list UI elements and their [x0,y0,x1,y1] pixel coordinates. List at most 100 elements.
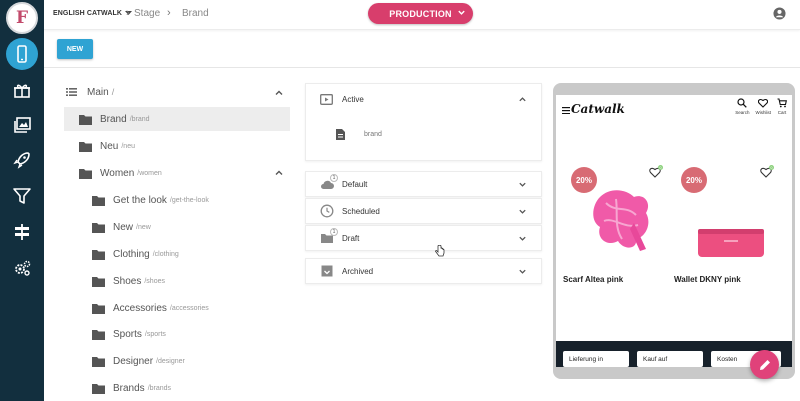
tree-item-neu[interactable]: Neu /neu [79,135,135,157]
product-name[interactable]: Scarf Altea pink [563,275,623,284]
tree-path: /new [136,223,151,231]
image-gallery-icon[interactable] [6,109,38,141]
shop-logo[interactable]: Catwalk [571,102,625,116]
tree-item-brand[interactable]: Brand /brand [79,108,150,130]
active-entry-brand[interactable]: brand [364,131,382,138]
new-button[interactable]: NEW [57,39,93,59]
environment-selector[interactable]: PRODUCTION [368,3,473,24]
chevron-up-icon[interactable] [274,88,284,98]
sidebar: F [0,0,44,401]
shop-wishlist-button[interactable]: Wishlist [755,98,772,115]
breadcrumb-separator-icon: › [126,7,130,19]
list-icon [66,88,77,96]
tree-item-shoes[interactable]: Shoes /shoes [92,270,165,292]
status-scheduled-row[interactable]: Scheduled [305,198,542,224]
breadcrumb-stage[interactable]: Stage [134,8,160,19]
folder-icon [92,356,105,367]
wishlist-icon [758,99,769,108]
user-account-icon[interactable] [773,7,786,20]
toolbar-divider [44,67,800,68]
status-draft-row[interactable]: 1 Draft [305,225,542,251]
phone-icon[interactable] [6,38,38,70]
hamburger-menu-icon[interactable] [562,107,570,114]
tree-label: New [113,221,134,233]
tree-path: /sports [144,330,166,338]
app-logo[interactable]: F [6,2,38,34]
chevron-up-icon[interactable] [518,95,527,104]
chevron-down-icon [519,269,526,274]
breadcrumb-separator-icon: › [167,7,171,19]
document-icon [336,129,345,140]
tree-label: Women [100,167,135,179]
tree-item-women[interactable]: Women /women [79,162,162,184]
tree-item-sports[interactable]: Sports /sports [92,323,166,345]
shop-wishlist-label: Wishlist [755,110,772,115]
tree-item-clothing[interactable]: Clothing /clothing [92,243,179,265]
tree-label: Shoes [113,275,142,287]
draft-count-badge: 1 [330,228,338,236]
hand-cursor-icon [435,245,445,257]
app-logo-letter: F [15,8,29,28]
tree-label: Clothing [113,248,150,260]
status-archived-row[interactable]: Archived [305,258,542,284]
tree-path: /brands [147,384,172,392]
tree-item-designer[interactable]: Designer /designer [92,350,185,372]
mobile-preview-screen[interactable]: Catwalk Search Wishlist Cart 20% 0 Scarf… [556,95,792,367]
chevron-down-icon [458,10,465,15]
wish-count: 0 [660,166,662,170]
shop-search-label: Search [735,110,750,115]
filter-icon[interactable] [6,180,38,212]
tree-path: /accessories [169,304,209,312]
monitor-play-icon [320,94,333,105]
chevron-down-icon [519,182,526,187]
breadcrumb-brand[interactable]: Brand [182,8,209,19]
signpost-icon[interactable] [6,216,38,248]
active-panel: Active brand [305,83,542,161]
tree-item-brands[interactable]: Brands /brands [92,377,171,399]
wishlist-heart-icon[interactable]: 0 [649,165,663,179]
tree-item-accessories[interactable]: Accessories /accessories [92,297,209,319]
tree-label: Designer [113,355,154,367]
tree-label: Brand [100,113,127,125]
product-image-wallet[interactable] [696,223,766,259]
project-selector[interactable]: ENGLISH CATWALK [53,10,133,17]
tree-label: Main [87,86,109,98]
top-bar: ENGLISH CATWALK › Stage › Brand PRODUCTI… [44,0,800,30]
status-archived-label: Archived [342,266,374,276]
archive-box-icon [321,265,333,277]
tree-label: Accessories [113,302,167,314]
shop-search-button[interactable]: Search [735,98,750,115]
folder-icon [92,303,105,314]
wish-count: 0 [771,166,773,170]
cart-icon [777,98,787,108]
folder-icon [79,168,92,179]
tree-item-new[interactable]: New /new [92,216,151,238]
tree-root-main[interactable]: Main / [66,81,114,103]
footer-chip-delivery[interactable]: Lieferung in [563,351,629,367]
status-scheduled-label: Scheduled [342,206,380,216]
shop-cart-label: Cart [777,110,787,115]
settings-gears-icon[interactable] [6,252,38,284]
shop-cart-button[interactable]: Cart [777,98,787,115]
rocket-icon[interactable] [6,144,38,176]
product-name[interactable]: Wallet DKNY pink [674,275,741,284]
tree-path: /neu [121,142,135,150]
edit-fab-button[interactable] [750,350,779,379]
folder-icon [79,114,92,125]
pencil-icon [759,359,770,370]
tree-label: Neu [100,140,119,152]
status-default-row[interactable]: 1 Default [305,171,542,197]
folder-icon [92,276,105,287]
gift-icon[interactable] [6,74,38,106]
default-count-badge: 1 [330,174,338,182]
folder-icon [92,329,105,340]
shop-header-icons: Search Wishlist Cart [735,98,787,115]
tree-item-get-the-look[interactable]: Get the look /get-the-look [92,189,209,211]
product-image-scarf[interactable] [586,183,658,255]
tree-path: /clothing [152,250,179,258]
wishlist-heart-icon[interactable]: 0 [760,165,774,179]
chevron-up-icon[interactable] [274,168,284,178]
footer-chip-purchase[interactable]: Kauf auf [637,351,703,367]
tree-label: Brands [113,382,145,394]
folder-icon [92,195,105,206]
